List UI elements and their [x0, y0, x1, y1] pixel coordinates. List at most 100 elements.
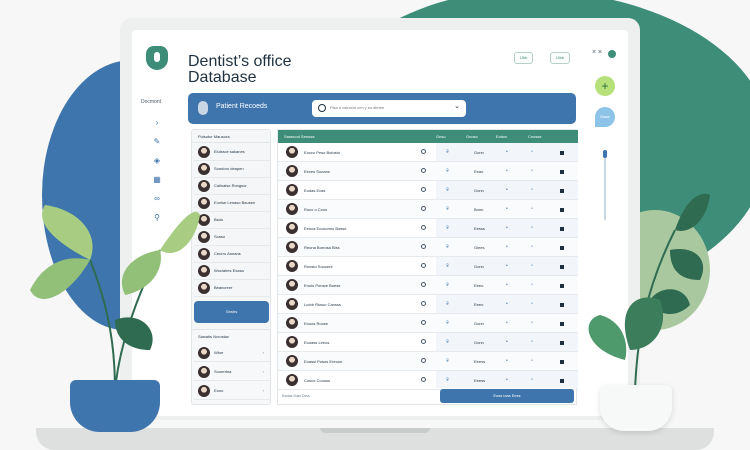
scrollbar-thumb[interactable] — [603, 150, 607, 158]
menu-icon[interactable] — [560, 360, 564, 364]
table-row[interactable]: Eocco Peso Botosto ⌾ Gonn • ◔ — [278, 143, 578, 162]
wand-icon[interactable]: ✎ — [152, 137, 162, 147]
menu-icon[interactable] — [560, 246, 564, 250]
list-item[interactable]: Elutrace sakanes — [194, 144, 270, 161]
info-icon[interactable]: • — [506, 282, 508, 288]
chat-bubble-icon[interactable]: Eaae — [595, 107, 615, 127]
search-input[interactable] — [330, 105, 450, 110]
list-item[interactable]: Beancrere — [194, 280, 270, 297]
edit-icon[interactable]: ◔ — [530, 244, 533, 250]
table-row[interactable]: Rnosto Soocere ⌾ Gonn • ◔ — [278, 257, 578, 276]
add-icon[interactable]: + — [595, 76, 615, 96]
list-item[interactable]: Eonlse Lenaso Bausen — [194, 195, 270, 212]
list-item[interactable]: Sondoro deapen — [194, 161, 270, 178]
radio-button[interactable] — [421, 263, 426, 268]
status-cell: Gonn — [474, 264, 484, 269]
info-icon[interactable]: • — [506, 187, 508, 193]
info-icon[interactable]: • — [506, 377, 508, 383]
column-header[interactable]: Gnoso — [466, 134, 478, 139]
card-item-label: Sooerdna — [214, 369, 232, 374]
menu-icon[interactable] — [560, 379, 564, 383]
edit-icon[interactable]: ◔ — [530, 225, 533, 231]
radio-button[interactable] — [421, 339, 426, 344]
column-header[interactable]: Gnso — [436, 134, 446, 139]
radio-button[interactable] — [421, 358, 426, 363]
menu-icon[interactable] — [560, 303, 564, 307]
edit-icon[interactable]: ◔ — [530, 339, 533, 345]
info-icon[interactable]: • — [506, 339, 508, 345]
table-row[interactable]: Eodas Ecas ⌾ Gonn • ◔ — [278, 181, 578, 200]
edit-icon[interactable]: ◔ — [530, 320, 533, 326]
info-icon[interactable]: • — [506, 168, 508, 174]
menu-icon[interactable] — [560, 322, 564, 326]
table-row[interactable]: Lcddr Rksuo Cansss ⌾ Eeeo • ◔ — [278, 295, 578, 314]
table-row[interactable]: Reona Borrosa Biss ⌾ Giees • ◔ — [278, 238, 578, 257]
calendar-icon[interactable]: ▦ — [152, 175, 162, 185]
column-header[interactable]: Cnosse — [528, 134, 542, 139]
menu-icon[interactable] — [560, 208, 564, 212]
toolbar-button-1[interactable]: Ubb — [514, 52, 534, 64]
info-icon[interactable]: • — [506, 206, 508, 212]
radio-button[interactable] — [421, 225, 426, 230]
list-item[interactable]: Sooerdna › — [194, 363, 270, 381]
radio-button[interactable] — [421, 320, 426, 325]
column-header[interactable]: Eoiwo — [496, 134, 507, 139]
close-icon[interactable]: × × — [592, 49, 602, 56]
info-icon[interactable]: • — [506, 301, 508, 307]
radio-button[interactable] — [421, 301, 426, 306]
table-row[interactable]: Eeces Sooans ⌾ Eeao • ◔ — [278, 162, 578, 181]
table-row[interactable]: Eeoca Ecosonno Bosse ⌾ Eesss • ◔ — [278, 219, 578, 238]
chevron-down-icon[interactable]: ⌄ — [454, 102, 460, 110]
search-box[interactable]: ⌄ — [312, 100, 466, 117]
radio-button[interactable] — [421, 168, 426, 173]
radio-button[interactable] — [421, 282, 426, 287]
table-action-button[interactable]: Eoss ioas Eess — [440, 389, 574, 403]
toolbar-button-2[interactable]: Ulsb — [550, 52, 571, 64]
radio-button[interactable] — [421, 244, 426, 249]
edit-icon[interactable]: ◔ — [530, 263, 533, 269]
list-item[interactable]: Eono › — [194, 382, 270, 400]
info-icon[interactable]: • — [506, 149, 508, 155]
table-row[interactable]: Eoassi Posos Ereoon ⌾ Eeess • ◔ — [278, 352, 578, 371]
table-row[interactable]: Eooass Leeos ⌾ Gonn • ◔ — [278, 333, 578, 352]
table-row[interactable]: Enoio Ponsre Boese ⌾ Eeeo • ◔ — [278, 276, 578, 295]
list-item[interactable]: Wtoe › — [194, 344, 270, 362]
menu-icon[interactable] — [560, 265, 564, 269]
radio-button[interactable] — [421, 206, 426, 211]
info-icon[interactable]: • — [506, 244, 508, 250]
list-item[interactable]: Bsdo — [194, 212, 270, 229]
edit-icon[interactable]: ◔ — [530, 187, 533, 193]
menu-icon[interactable] — [560, 151, 564, 155]
radio-button[interactable] — [421, 187, 426, 192]
edit-icon[interactable]: ◔ — [530, 301, 533, 307]
radio-button[interactable] — [421, 377, 426, 382]
table-row[interactable]: Roco o Coos ⌾ Bonn • ◔ — [278, 200, 578, 219]
menu-icon[interactable] — [560, 227, 564, 231]
edit-icon[interactable]: ◔ — [530, 358, 533, 364]
list-item[interactable]: Scaso — [194, 229, 270, 246]
patient-list-button[interactable]: Grwhs — [194, 301, 269, 323]
info-icon[interactable]: • — [506, 263, 508, 269]
menu-icon[interactable] — [560, 189, 564, 193]
chevron-icon[interactable]: › — [152, 118, 162, 128]
info-icon[interactable]: • — [506, 320, 508, 326]
list-item[interactable]: Ceurro Annans — [194, 246, 270, 263]
info-icon[interactable]: • — [506, 225, 508, 231]
list-item[interactable]: Woclahes Exasa — [194, 263, 270, 280]
edit-icon[interactable]: ◔ — [530, 149, 533, 155]
menu-icon[interactable] — [560, 284, 564, 288]
menu-icon[interactable] — [560, 341, 564, 345]
edit-icon[interactable]: ◔ — [530, 168, 533, 174]
edit-icon[interactable]: ◔ — [530, 377, 533, 383]
edit-icon[interactable]: ◔ — [530, 206, 533, 212]
info-icon[interactable]: • — [506, 358, 508, 364]
edit-icon[interactable]: ◔ — [530, 282, 533, 288]
table-row[interactable]: Cosco Coooss ⌾ Eeess • ◔ — [278, 371, 578, 390]
users-icon[interactable]: ◈ — [152, 156, 162, 166]
status-card: Sawatis Ncrostaz Wtoe › Sooerdna › Eono › — [191, 329, 271, 405]
column-header[interactable]: Saseuod Senosa — [284, 134, 314, 139]
menu-icon[interactable] — [560, 170, 564, 174]
radio-button[interactable] — [421, 149, 426, 154]
list-item[interactable]: Calinalse Rongsor — [194, 178, 270, 195]
table-row[interactable]: Enoos Roose ⌾ Gonn • ◔ — [278, 314, 578, 333]
